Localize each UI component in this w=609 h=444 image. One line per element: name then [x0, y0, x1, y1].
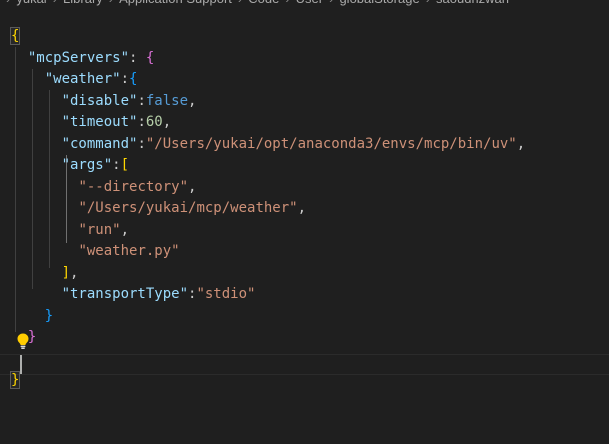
code-token: , [70, 264, 79, 281]
code-token: : [112, 157, 121, 173]
code-token: "/Users/yukai/mcp/weather" [78, 200, 298, 216]
code-token: ] [61, 264, 71, 281]
code-token: "mcpServers" [27, 49, 130, 66]
breadcrumb-separator: › [47, 0, 63, 6]
code-editor[interactable]: ›yukai›Library›Application Support›Code›… [0, 0, 609, 444]
breadcrumb-item[interactable]: Code [248, 0, 279, 6]
lightbulb-icon[interactable] [15, 332, 31, 350]
code-token: "/Users/yukai/opt/anaconda3/envs/mcp/bin… [145, 135, 517, 152]
code-token: "disable" [61, 92, 138, 109]
code-token: : [137, 92, 146, 109]
code-token: , [162, 114, 172, 130]
code-line[interactable]: "weather":{ [11, 69, 138, 91]
code-line[interactable]: "timeout":60, [11, 112, 172, 134]
code-line[interactable]: "--directory", [11, 177, 196, 199]
code-token: : [137, 114, 146, 130]
code-line[interactable]: "command":"/Users/yukai/opt/anaconda3/en… [11, 134, 526, 156]
breadcrumb-separator: › [279, 0, 295, 6]
code-token: "command" [61, 135, 138, 152]
code-line[interactable]: "args":[ [11, 155, 129, 177]
code-token: } [9, 371, 21, 389]
breadcrumb-separator: › [323, 0, 339, 6]
code-token: , [188, 178, 197, 195]
breadcrumb-separator: › [232, 0, 248, 6]
breadcrumb-item[interactable]: Library [63, 0, 103, 6]
code-line[interactable]: "run", [11, 220, 129, 242]
code-token: 60 [145, 114, 163, 130]
code-line[interactable]: { [9, 26, 21, 48]
code-token: "run" [78, 221, 121, 238]
code-line[interactable]: "transportType":"stdio" [11, 284, 256, 306]
code-token: "weather" [44, 71, 121, 87]
code-line[interactable]: "mcpServers": { [11, 48, 154, 70]
breadcrumb-item[interactable]: yukai [16, 0, 46, 6]
code-line[interactable]: ], [11, 263, 79, 285]
text-cursor [20, 355, 22, 374]
code-token: , [188, 92, 197, 109]
code-token: , [297, 200, 307, 216]
breadcrumb-item[interactable]: User [296, 0, 323, 6]
breadcrumb-separator: › [0, 0, 16, 6]
code-token: : [120, 71, 130, 87]
code-token: : [137, 135, 146, 152]
breadcrumb-separator: › [420, 0, 436, 6]
code-line[interactable]: "/Users/yukai/mcp/weather", [11, 198, 306, 220]
code-token: { [145, 49, 155, 66]
code-token: [ [120, 157, 130, 173]
code-token: "stdio" [196, 286, 256, 302]
code-line[interactable]: "disable":false, [11, 91, 197, 113]
code-token: { [9, 27, 21, 45]
code-token: : [129, 49, 146, 66]
code-token: false [145, 92, 189, 109]
code-token: "args" [61, 157, 113, 173]
breadcrumb-item[interactable]: globalStorage [339, 0, 419, 6]
code-line[interactable]: } [11, 306, 53, 328]
breadcrumb-item[interactable]: saoudrizwan [436, 0, 509, 6]
code-token: "transportType" [61, 286, 189, 302]
code-line[interactable]: "weather.py" [11, 241, 180, 263]
code-token: , [120, 221, 130, 238]
code-line[interactable]: } [9, 370, 21, 392]
code-token: "weather.py" [78, 243, 180, 259]
code-token: "timeout" [61, 114, 138, 130]
code-token: } [44, 307, 54, 324]
breadcrumb-item[interactable]: Application Support [119, 0, 232, 6]
code-token: { [129, 71, 138, 87]
code-token: , [516, 135, 526, 152]
current-line-highlight [0, 354, 609, 375]
breadcrumb-separator: › [103, 0, 119, 6]
code-token: "--directory" [78, 178, 189, 195]
breadcrumb: ›yukai›Library›Application Support›Code›… [0, 0, 609, 7]
